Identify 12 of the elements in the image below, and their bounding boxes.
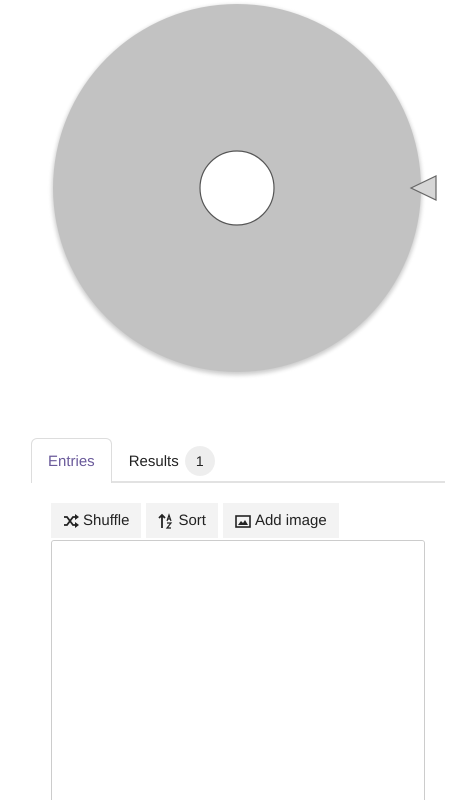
sort-icon <box>158 512 174 528</box>
wheel-drawing[interactable] <box>52 4 422 375</box>
shuffle-button[interactable]: Shuffle <box>51 503 142 538</box>
image-button[interactable]: Add image <box>222 503 339 538</box>
pointer-icon <box>410 175 437 201</box>
entries-field[interactable] <box>51 540 425 800</box>
shuffle-icon <box>63 512 79 528</box>
tab[interactable]: Entries <box>31 438 112 483</box>
tab[interactable]: Results 1 <box>112 438 232 483</box>
count-badge: 1 <box>184 446 215 476</box>
sort-button[interactable]: Sort <box>146 503 218 538</box>
image-icon <box>234 512 251 528</box>
